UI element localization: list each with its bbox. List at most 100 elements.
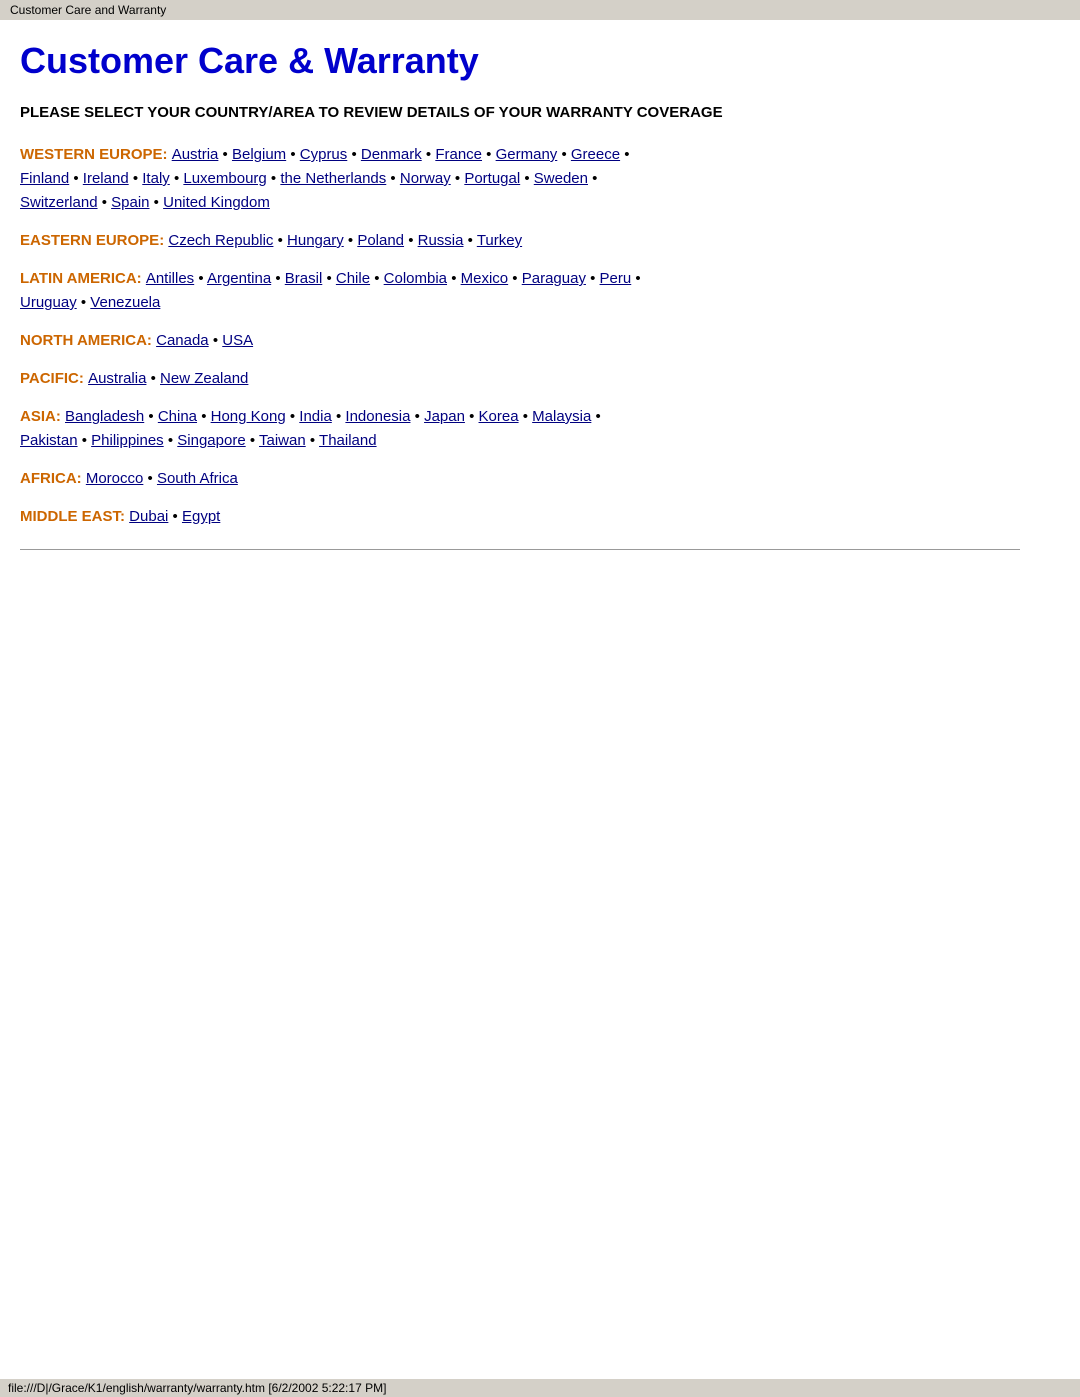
country-link-thailand[interactable]: Thailand — [319, 432, 377, 449]
country-link-sweden[interactable]: Sweden — [534, 170, 588, 187]
country-link-canada[interactable]: Canada — [156, 332, 209, 349]
country-link-portugal[interactable]: Portugal — [464, 170, 520, 187]
country-link-pakistan[interactable]: Pakistan — [20, 432, 78, 449]
country-link-colombia[interactable]: Colombia — [384, 270, 447, 287]
bullet-separator: • — [482, 146, 496, 163]
bullet-separator: • — [146, 370, 160, 387]
bullet-separator: • — [69, 170, 83, 187]
bullet-separator: • — [386, 170, 400, 187]
country-link-morocco[interactable]: Morocco — [86, 470, 144, 487]
country-link-egypt[interactable]: Egypt — [182, 508, 220, 525]
bullet-separator: • — [451, 170, 465, 187]
country-link-china[interactable]: China — [158, 408, 197, 425]
region-asia: ASIA: Bangladesh • China • Hong Kong • I… — [20, 405, 1020, 453]
country-link-italy[interactable]: Italy — [142, 170, 170, 187]
country-link-brasil[interactable]: Brasil — [285, 270, 323, 287]
country-link-dubai[interactable]: Dubai — [129, 508, 168, 525]
bullet-separator: • — [144, 408, 158, 425]
country-link-paraguay[interactable]: Paraguay — [522, 270, 586, 287]
country-link-hong-kong[interactable]: Hong Kong — [211, 408, 286, 425]
subtitle: PLEASE SELECT YOUR COUNTRY/AREA TO REVIE… — [20, 102, 1020, 123]
country-link-denmark[interactable]: Denmark — [361, 146, 422, 163]
country-link-korea[interactable]: Korea — [479, 408, 519, 425]
bullet-separator: • — [170, 170, 184, 187]
country-link-czech-republic[interactable]: Czech Republic — [168, 232, 273, 249]
region-label-africa: AFRICA: — [20, 470, 86, 487]
bullet-separator: • — [586, 270, 600, 287]
country-link-antilles[interactable]: Antilles — [146, 270, 194, 287]
bullet-separator: • — [306, 432, 319, 449]
bullet-separator: • — [519, 408, 533, 425]
region-eastern-europe: EASTERN EUROPE: Czech Republic • Hungary… — [20, 229, 1020, 253]
country-link-the-netherlands[interactable]: the Netherlands — [280, 170, 386, 187]
country-link-usa[interactable]: USA — [222, 332, 253, 349]
page-title: Customer Care & Warranty — [20, 40, 1020, 82]
country-link-singapore[interactable]: Singapore — [177, 432, 245, 449]
country-link-argentina[interactable]: Argentina — [207, 270, 271, 287]
country-link-finland[interactable]: Finland — [20, 170, 69, 187]
bullet-separator: • — [286, 408, 300, 425]
bullet-separator: • — [209, 332, 223, 349]
country-link-south-africa[interactable]: South Africa — [157, 470, 238, 487]
bullet-separator: • — [588, 170, 597, 187]
bullet-separator: • — [332, 408, 346, 425]
bullet-separator: • — [463, 232, 476, 249]
country-link-new-zealand[interactable]: New Zealand — [160, 370, 248, 387]
country-link-france[interactable]: France — [435, 146, 482, 163]
country-link-bangladesh[interactable]: Bangladesh — [65, 408, 144, 425]
bullet-separator: • — [447, 270, 461, 287]
country-link-belgium[interactable]: Belgium — [232, 146, 286, 163]
country-link-australia[interactable]: Australia — [88, 370, 146, 387]
country-link-chile[interactable]: Chile — [336, 270, 370, 287]
country-link-ireland[interactable]: Ireland — [83, 170, 129, 187]
bullet-separator: • — [465, 408, 479, 425]
country-link-switzerland[interactable]: Switzerland — [20, 194, 98, 211]
country-link-germany[interactable]: Germany — [496, 146, 558, 163]
bullet-separator: • — [557, 146, 571, 163]
country-link-turkey[interactable]: Turkey — [477, 232, 522, 249]
bullet-separator: • — [78, 432, 92, 449]
bullet-separator: • — [194, 270, 207, 287]
bullet-separator: • — [150, 194, 164, 211]
bullet-separator: • — [271, 270, 285, 287]
region-label-western-europe: WESTERN EUROPE: — [20, 146, 172, 163]
bullet-separator: • — [404, 232, 418, 249]
region-pacific: PACIFIC: Australia • New Zealand — [20, 367, 1020, 391]
country-link-poland[interactable]: Poland — [357, 232, 404, 249]
country-link-united-kingdom[interactable]: United Kingdom — [163, 194, 270, 211]
country-link-mexico[interactable]: Mexico — [461, 270, 509, 287]
bullet-separator: • — [143, 470, 157, 487]
country-link-cyprus[interactable]: Cyprus — [300, 146, 348, 163]
bullet-separator: • — [77, 294, 91, 311]
bullet-separator: • — [508, 270, 522, 287]
country-link-japan[interactable]: Japan — [424, 408, 465, 425]
country-link-venezuela[interactable]: Venezuela — [90, 294, 160, 311]
bullet-separator: • — [218, 146, 232, 163]
country-link-philippines[interactable]: Philippines — [91, 432, 164, 449]
country-link-austria[interactable]: Austria — [172, 146, 219, 163]
bullet-separator: • — [347, 146, 361, 163]
country-link-indonesia[interactable]: Indonesia — [345, 408, 410, 425]
country-link-spain[interactable]: Spain — [111, 194, 149, 211]
region-middle-east: MIDDLE EAST: Dubai • Egypt — [20, 505, 1020, 529]
country-link-russia[interactable]: Russia — [418, 232, 464, 249]
country-link-hungary[interactable]: Hungary — [287, 232, 344, 249]
country-link-greece[interactable]: Greece — [571, 146, 620, 163]
country-link-norway[interactable]: Norway — [400, 170, 451, 187]
bullet-separator: • — [520, 170, 534, 187]
country-link-india[interactable]: India — [299, 408, 332, 425]
region-label-pacific: PACIFIC: — [20, 370, 88, 387]
country-link-uruguay[interactable]: Uruguay — [20, 294, 77, 311]
region-label-asia: ASIA: — [20, 408, 65, 425]
region-label-eastern-europe: EASTERN EUROPE: — [20, 232, 168, 249]
country-link-malaysia[interactable]: Malaysia — [532, 408, 591, 425]
bullet-separator: • — [322, 270, 336, 287]
bullet-separator: • — [422, 146, 436, 163]
browser-tab: Customer Care and Warranty — [0, 0, 1080, 20]
bullet-separator: • — [620, 146, 629, 163]
country-link-peru[interactable]: Peru — [600, 270, 632, 287]
country-link-taiwan[interactable]: Taiwan — [259, 432, 306, 449]
region-western-europe: WESTERN EUROPE: Austria • Belgium • Cypr… — [20, 143, 1020, 215]
country-link-luxembourg[interactable]: Luxembourg — [183, 170, 266, 187]
bullet-separator: • — [631, 270, 640, 287]
